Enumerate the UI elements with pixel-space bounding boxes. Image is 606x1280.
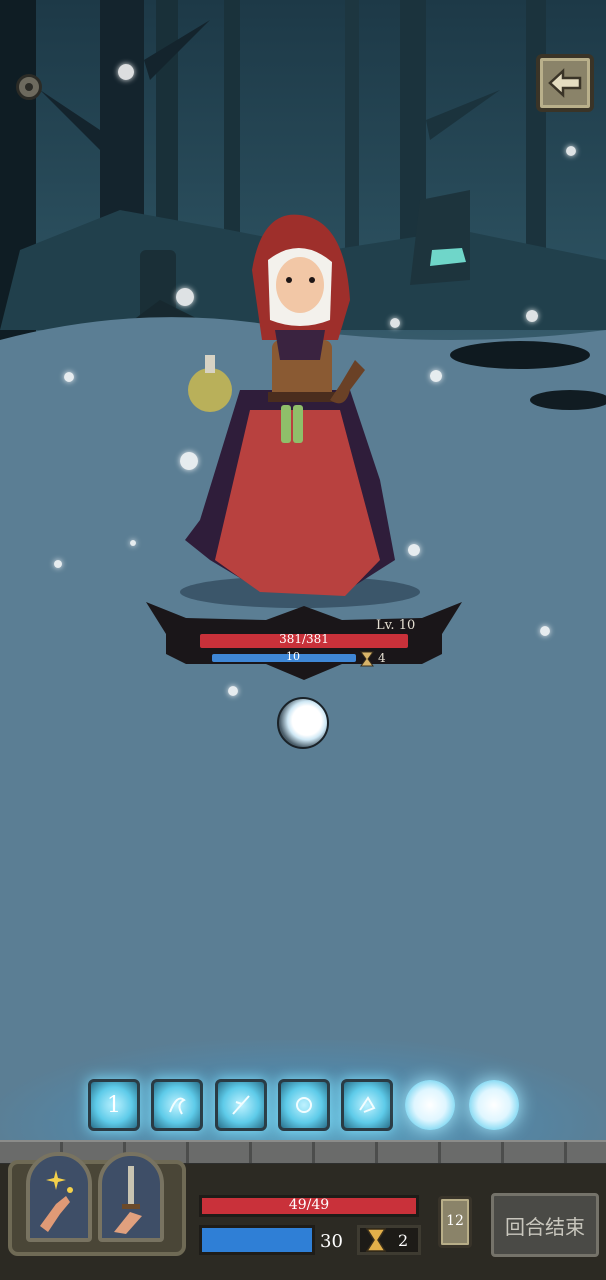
energy-orb[interactable] <box>469 1080 519 1130</box>
card-label: 1 <box>107 1092 121 1118</box>
energy-card[interactable] <box>215 1079 267 1131</box>
enemy-mana-bar <box>212 654 356 662</box>
energy-card[interactable] <box>278 1079 330 1131</box>
snowflake <box>130 540 136 546</box>
settings-knob-icon[interactable] <box>16 74 42 100</box>
end-turn-button[interactable]: 回合结束 <box>491 1193 599 1257</box>
enemy-hp-text: 381/381 <box>279 632 329 646</box>
snowflake <box>118 64 134 80</box>
arrow-left-icon <box>548 68 582 98</box>
energy-card[interactable] <box>151 1079 203 1131</box>
rune-icon <box>359 1096 376 1113</box>
snowflake <box>54 560 62 568</box>
snowflake <box>176 288 194 306</box>
energy-card[interactable]: 1 <box>88 1079 140 1131</box>
dagger-icon <box>114 1166 142 1234</box>
turn-box <box>357 1225 421 1255</box>
relic-slot-dagger[interactable] <box>98 1152 164 1242</box>
snowflake <box>390 318 400 328</box>
snowflake <box>566 146 576 156</box>
rune-icon <box>232 1095 250 1115</box>
player-turn-count: 2 <box>398 1231 409 1250</box>
rune-icon <box>169 1097 186 1115</box>
hourglass-icon <box>360 651 374 667</box>
rune-icon <box>296 1097 312 1113</box>
back-button[interactable] <box>536 54 594 112</box>
enemy-turn-count: 4 <box>378 651 386 665</box>
hourglass-icon <box>365 1228 387 1252</box>
enemy-intent-orb[interactable] <box>277 697 329 749</box>
snowflake <box>64 372 74 382</box>
player-mana-text: 30 <box>320 1231 343 1252</box>
snowflake <box>408 544 420 556</box>
snowflake <box>430 370 442 382</box>
enemy-mana-text: 10 <box>286 650 300 663</box>
draw-pile-count: 12 <box>446 1213 464 1229</box>
energy-orb[interactable] <box>405 1080 455 1130</box>
energy-card[interactable] <box>341 1079 393 1131</box>
player-mana-bar <box>199 1225 315 1255</box>
enemy-level: Lv. 10 <box>376 618 416 633</box>
magic-hand-icon <box>40 1170 73 1232</box>
relic-slot-magic-hand[interactable] <box>26 1152 92 1242</box>
snowflake <box>526 310 538 322</box>
snowflake <box>180 452 198 470</box>
player-hp-text: 49/49 <box>288 1197 330 1213</box>
snowflake <box>540 626 550 636</box>
snowflake <box>228 686 238 696</box>
